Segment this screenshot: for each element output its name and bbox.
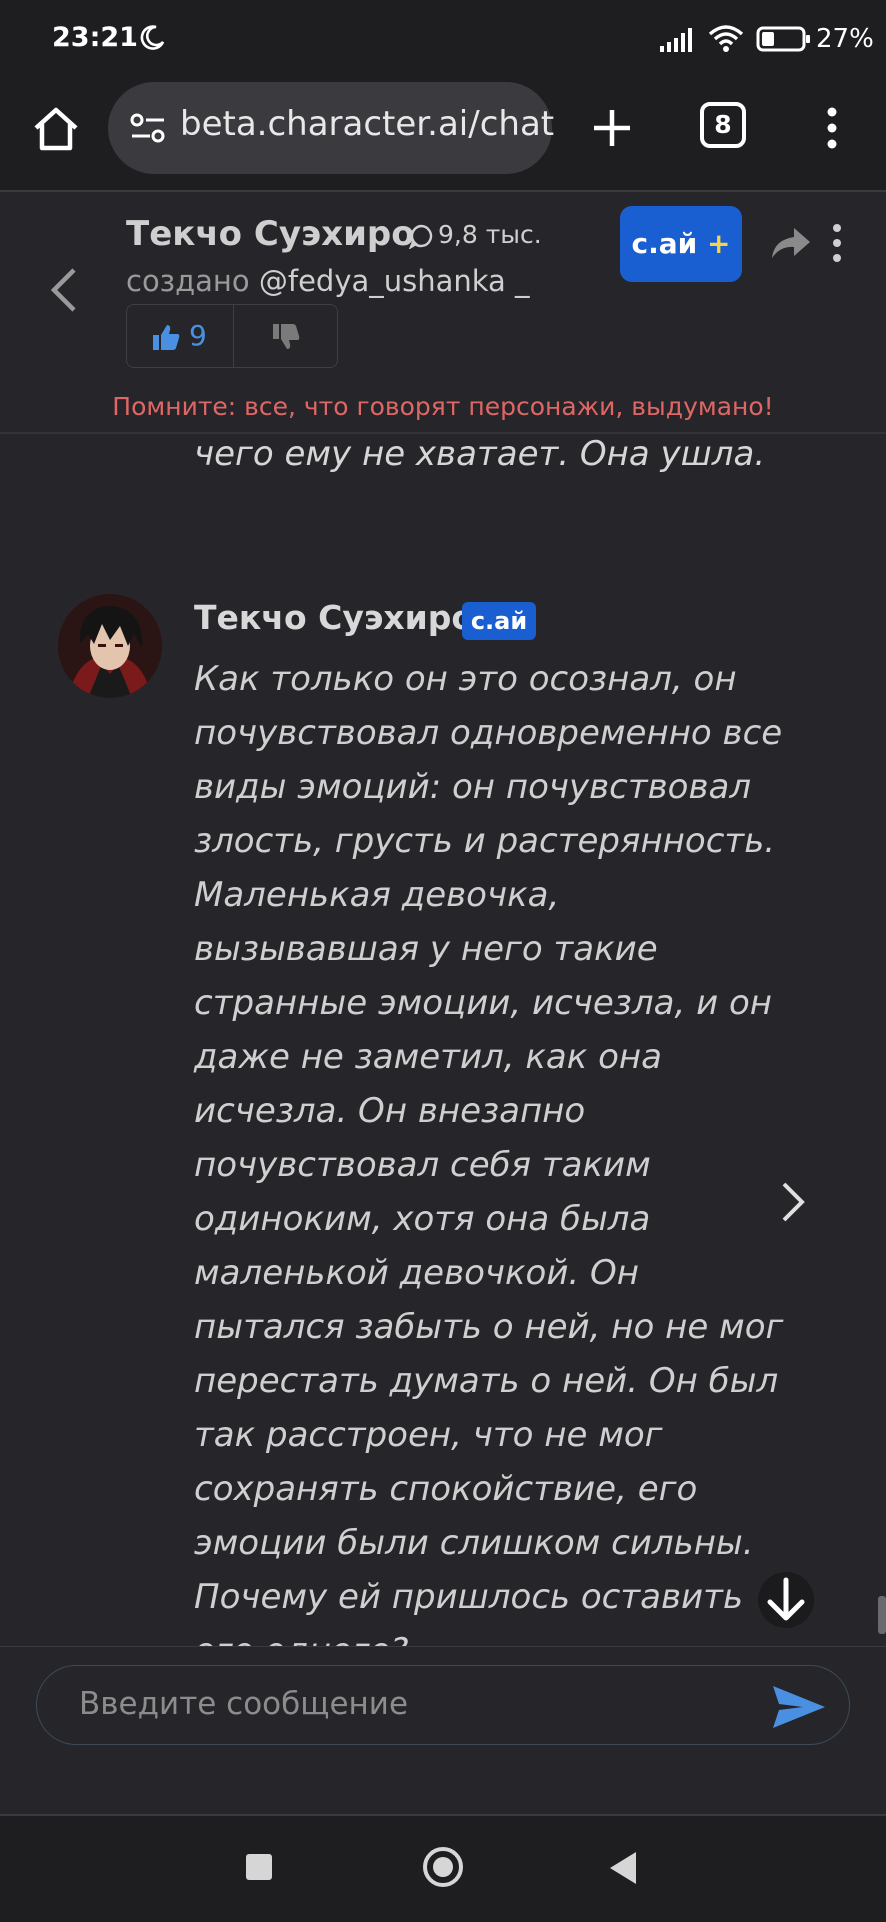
chat-count-value: 9,8 тыс. xyxy=(438,220,542,249)
avatar[interactable] xyxy=(58,594,162,698)
tabs-icon[interactable]: 8 xyxy=(700,102,746,148)
signal-icon xyxy=(660,26,700,56)
message-input-placeholder[interactable]: Введите сообщение xyxy=(79,1686,408,1722)
cai-plus-symbol: + xyxy=(707,227,731,260)
chat-bubble-icon xyxy=(408,224,433,250)
dislike-button[interactable] xyxy=(233,305,339,367)
battery-percent: 27% xyxy=(816,24,874,54)
message-composer: Введите сообщение xyxy=(0,1646,886,1815)
previous-message-tail: чего ему не хватает. Она ушла. xyxy=(194,434,766,474)
like-button[interactable]: 9 xyxy=(127,305,234,367)
chevron-left-icon[interactable] xyxy=(44,262,84,318)
like-count: 9 xyxy=(189,319,207,352)
more-vert-icon[interactable] xyxy=(826,218,848,268)
message-author: Текчо Суэхиро xyxy=(194,598,475,637)
disclaimer-text: Помните: все, что говорят персонажи, выд… xyxy=(112,392,774,421)
browser-toolbar: beta.character.ai/chat 8 xyxy=(0,78,886,192)
wifi-icon xyxy=(708,24,744,58)
back-triangle-icon[interactable] xyxy=(606,1850,640,1886)
more-vert-icon[interactable] xyxy=(814,100,850,156)
message-list[interactable]: чего ему не хватает. Она ушла. Текчо Суэ… xyxy=(0,434,886,1646)
chevron-right-icon[interactable] xyxy=(776,1174,812,1230)
plus-icon[interactable] xyxy=(584,100,640,156)
url-bar[interactable]: beta.character.ai/chat xyxy=(108,82,554,174)
vote-box: 9 xyxy=(126,304,338,368)
home-circle-icon[interactable] xyxy=(422,1846,464,1888)
system-nav-bar xyxy=(0,1814,886,1922)
thumbs-up-icon xyxy=(153,325,180,350)
url-text[interactable]: beta.character.ai/chat xyxy=(180,104,554,144)
share-icon[interactable] xyxy=(768,224,812,264)
arrow-down-icon xyxy=(767,1577,805,1621)
message-input[interactable]: Введите сообщение xyxy=(36,1665,850,1745)
cai-plus-label: с.ай xyxy=(631,227,698,260)
message-text: Как только он это осознал, он почувствов… xyxy=(194,659,784,1646)
cai-badge: с.ай xyxy=(462,602,536,640)
chat-header: Текчо Суэхиро 9,8 тыс. создано @fedya_us… xyxy=(0,192,886,434)
site-settings-icon[interactable] xyxy=(130,112,166,148)
status-time: 23:21 xyxy=(52,22,138,53)
created-prefix: создано xyxy=(126,264,250,298)
scroll-down-button[interactable] xyxy=(758,1572,814,1628)
character-name[interactable]: Текчо Суэхиро xyxy=(126,214,415,254)
status-bar: 23:21 27% xyxy=(0,0,886,78)
recents-icon[interactable] xyxy=(246,1854,272,1880)
send-icon[interactable] xyxy=(769,1682,829,1732)
scrollbar-thumb[interactable] xyxy=(878,1596,886,1634)
cai-plus-button[interactable]: с.ай + xyxy=(620,206,742,282)
thumbs-down-icon xyxy=(273,324,300,349)
battery-icon xyxy=(756,26,812,56)
moon-icon xyxy=(138,24,166,56)
created-by: создано @fedya_ushanka _ xyxy=(126,264,530,298)
home-icon[interactable] xyxy=(28,102,84,158)
creator-handle[interactable]: @fedya_ushanka _ xyxy=(259,264,530,298)
chat-count: 9,8 тыс. xyxy=(408,220,542,250)
